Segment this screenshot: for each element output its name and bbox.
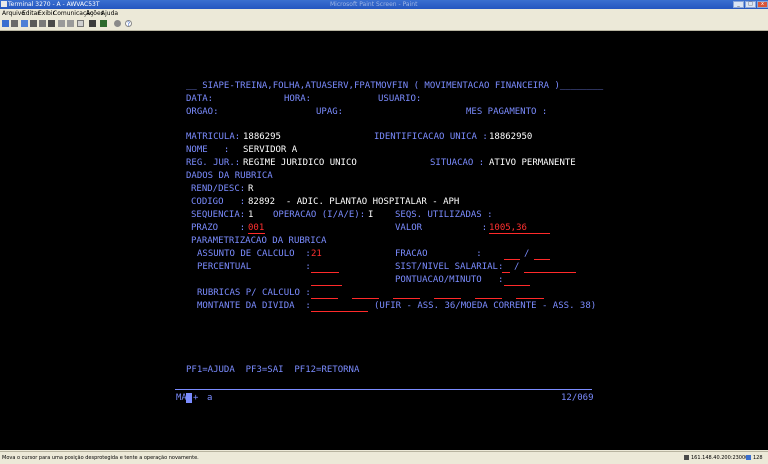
fracao-numerador-input[interactable]	[504, 259, 520, 260]
pf-keys-legend: PF1=AJUDA PF3=SAI PF12=RETORNA	[186, 365, 360, 375]
terminal-app-icon	[1, 1, 7, 7]
rubrica-calculo-input-5[interactable]	[475, 298, 502, 299]
print-icon[interactable]	[21, 20, 28, 27]
hora-label: HORA:	[284, 94, 312, 104]
parametrizacao-label: PARAMETRIZACAO DA RUBRICA	[191, 236, 327, 246]
rubrica-calculo-input-4[interactable]	[434, 298, 461, 299]
connect-icon[interactable]	[2, 20, 9, 27]
pontuacao-minuto-label: PONTUACAO/MINUTO :	[395, 275, 504, 285]
record-icon[interactable]	[100, 20, 107, 27]
pontuacao-minuto-input[interactable]	[504, 285, 530, 286]
cursor-position: 12/069	[561, 393, 594, 403]
rend-desc-label: REND/DESC:	[191, 184, 246, 194]
session-number: 128	[753, 455, 763, 461]
maximize-button[interactable]: □	[745, 1, 756, 8]
toolbar: ?	[0, 18, 768, 31]
status-message: Mova o cursor para uma posição desproteg…	[2, 455, 199, 461]
menu-bar: Arquivo Editar Exibir Comunicação Ações …	[0, 9, 768, 18]
reg-jur-value: REGIME JURIDICO UNICO	[243, 158, 357, 168]
nome-label: NOME :	[186, 145, 230, 155]
disconnect-icon[interactable]	[11, 20, 18, 27]
data-label: DATA:	[186, 94, 214, 104]
orgao-label: ORGAO:	[186, 107, 219, 117]
copy-icon[interactable]	[30, 20, 37, 27]
percentual-input-2[interactable]	[311, 285, 342, 286]
identificacao-value: 18862950	[489, 132, 533, 142]
paste-icon[interactable]	[39, 20, 46, 27]
upag-label: UPAG:	[316, 107, 344, 117]
percentual-input[interactable]	[311, 272, 339, 273]
nome-value: SERVIDOR A	[243, 145, 298, 155]
rubricas-calculo-label: RUBRICAS P/ CALCULO :	[197, 288, 311, 298]
keyboard-icon[interactable]	[77, 20, 84, 27]
prazo-label: PRAZO :	[191, 223, 246, 233]
rubrica-calculo-input-6[interactable]	[516, 298, 544, 299]
terminal-screen[interactable]: __ SIAPE-TREINA,FOLHA,ATUASERV,FPATMOVFI…	[0, 31, 768, 450]
host-address: 161.148.40.200:23000	[691, 455, 749, 461]
fracao-separator: /	[524, 249, 530, 259]
ufir-note: (UFIR - ASS. 36/MOEDA CORRENTE - ASS. 38…	[374, 301, 597, 311]
sist-nivel-label: SIST/NIVEL SALARIAL:	[395, 262, 504, 272]
situacao-label: SITUACAO :	[430, 158, 485, 168]
settings-icon[interactable]	[114, 20, 121, 27]
receive-file-icon[interactable]	[67, 20, 74, 27]
macro-icon[interactable]	[89, 20, 96, 27]
background-window-title: Microsoft Paint Screen - Paint	[330, 1, 418, 8]
oia-separator	[175, 389, 592, 390]
cursor-block	[186, 393, 192, 403]
montante-divida-label: MONTANTE DA DIVIDA :	[197, 301, 311, 311]
rubrica-calculo-input-1[interactable]	[311, 298, 338, 299]
situacao-value: ATIVO PERMANENTE	[489, 158, 576, 168]
send-file-icon[interactable]	[58, 20, 65, 27]
montante-divida-input[interactable]	[311, 311, 368, 312]
operacao-label: OPERACAO (I/A/E):	[273, 210, 366, 220]
menu-ajuda[interactable]: Ajuda	[101, 9, 118, 18]
cut-icon[interactable]	[48, 20, 55, 27]
sist-nivel-separator: /	[514, 262, 520, 272]
sequencia-value: 1	[248, 210, 254, 220]
valor-underline	[489, 233, 550, 234]
sistema-salarial-input[interactable]	[502, 272, 510, 273]
nivel-salarial-input[interactable]	[524, 272, 576, 273]
connection-icon	[684, 455, 689, 460]
fracao-denominador-input[interactable]	[534, 259, 550, 260]
rubrica-calculo-input-2[interactable]	[352, 298, 379, 299]
minimize-button[interactable]: _	[733, 1, 744, 8]
assunto-calculo-input[interactable]: 21	[311, 249, 322, 260]
oia-plus: +	[193, 393, 199, 403]
screen-header: __ SIAPE-TREINA,FOLHA,ATUASERV,FPATMOVFI…	[186, 81, 604, 91]
codigo-label: CODIGO :	[191, 197, 246, 207]
matricula-value: 1886295	[243, 132, 281, 142]
fracao-label: FRACAO :	[395, 249, 482, 259]
session-icon	[746, 455, 751, 460]
sequencia-label: SEQUENCIA:	[191, 210, 246, 220]
usuario-label: USUARIO:	[378, 94, 422, 104]
dados-rubrica-label: DADOS DA RUBRICA	[186, 171, 273, 181]
operacao-value: I	[368, 210, 374, 220]
window-titlebar: Terminal 3270 - A - AWVAC53T Microsoft P…	[0, 0, 768, 9]
codigo-value: 82892 - ADIC. PLANTAO HOSPITALAR - APH	[248, 197, 460, 207]
reg-jur-label: REG. JUR.:	[186, 158, 241, 168]
assunto-calculo-label: ASSUNTO DE CALCULO :	[197, 249, 311, 259]
status-bar: Mova o cursor para uma posição desproteg…	[0, 451, 768, 464]
identificacao-label: IDENTIFICACAO UNICA :	[374, 132, 488, 142]
valor-label: VALOR :	[395, 223, 488, 233]
window-title: Terminal 3270 - A - AWVAC53T	[8, 1, 100, 8]
close-button[interactable]: x	[757, 1, 768, 8]
prazo-underline	[248, 233, 265, 234]
oia-session: a	[207, 393, 213, 403]
rubrica-calculo-input-3[interactable]	[393, 298, 420, 299]
help-icon[interactable]: ?	[125, 20, 132, 28]
rend-desc-value: R	[248, 184, 254, 194]
mes-pagamento-label: MES PAGAMENTO :	[466, 107, 548, 117]
percentual-label: PERCENTUAL :	[197, 262, 311, 272]
seqs-utilizadas-label: SEQS. UTILIZADAS :	[395, 210, 493, 220]
matricula-label: MATRICULA:	[186, 132, 241, 142]
